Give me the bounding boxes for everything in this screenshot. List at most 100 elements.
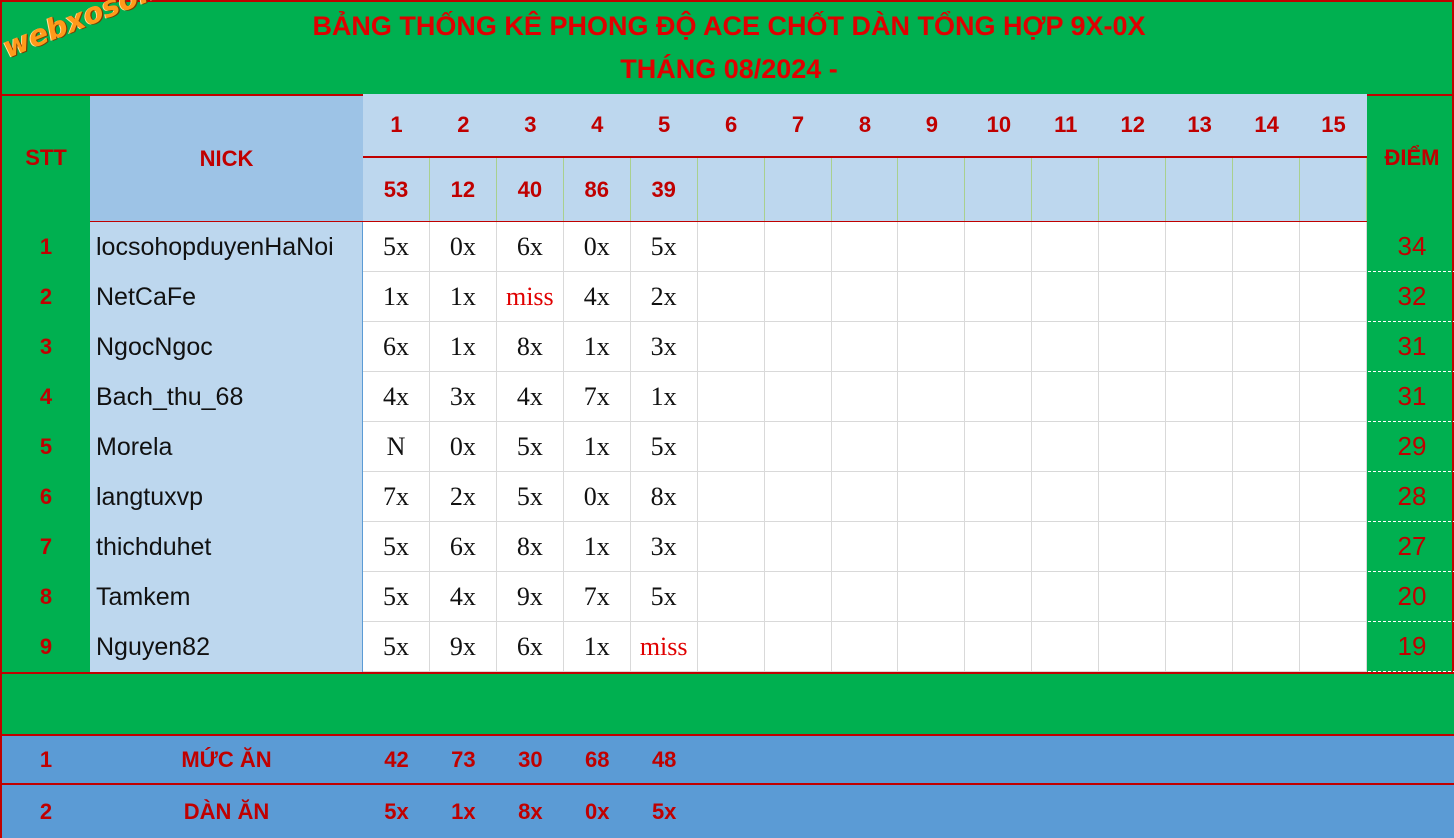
score-cell-empty xyxy=(764,272,832,322)
row-diem: 19 xyxy=(1368,622,1454,672)
score-cell-empty xyxy=(831,222,899,272)
score-cell: 1x xyxy=(429,322,497,372)
score-cell-empty xyxy=(1099,622,1167,672)
row-nick: Bach_thu_68 xyxy=(96,382,244,411)
score-cell-empty xyxy=(1300,372,1367,422)
score-cell-empty xyxy=(1032,222,1100,272)
score-cell-empty xyxy=(965,322,1033,372)
score-cell-empty xyxy=(764,522,832,572)
header-day-result xyxy=(965,158,1033,222)
score-cell: 4x xyxy=(496,372,564,422)
score-cell-empty xyxy=(831,422,899,472)
score-cell-empty xyxy=(831,372,899,422)
row-nick: thichduhet xyxy=(96,532,212,561)
row-nick: locsohopduyenHaNoi xyxy=(96,232,334,261)
score-cell-empty xyxy=(1166,322,1234,372)
score-cell: 1x xyxy=(630,372,698,422)
score-cell-empty xyxy=(1166,372,1234,422)
row-diem: 28 xyxy=(1368,472,1454,522)
row-nick: NgocNgoc xyxy=(96,332,213,361)
header-day-result: 53 xyxy=(363,158,430,222)
score-cell-empty xyxy=(965,372,1033,422)
score-cell-empty xyxy=(1300,522,1367,572)
score-cell: 7x xyxy=(563,372,631,422)
score-cell: 0x xyxy=(563,222,631,272)
score-cell-empty xyxy=(898,572,966,622)
header-day-result xyxy=(765,158,832,222)
header-day-result xyxy=(898,158,966,222)
score-cell: 7x xyxy=(363,472,430,522)
header-day-result xyxy=(1099,158,1167,222)
score-cell-empty xyxy=(1300,422,1367,472)
row-stt: 8 xyxy=(39,584,53,609)
header-day-result xyxy=(1300,158,1367,222)
row-nick: Tamkem xyxy=(96,582,191,611)
score-cell-empty xyxy=(697,422,765,472)
header-day-number: 1 xyxy=(390,112,403,137)
score-cell-empty xyxy=(1032,622,1100,672)
score-cell-empty xyxy=(831,522,899,572)
score-cell-empty xyxy=(831,572,899,622)
score-cell-empty xyxy=(898,622,966,672)
score-cell: 1x xyxy=(563,322,631,372)
score-cell-empty xyxy=(1300,222,1367,272)
header-day-number: 13 xyxy=(1187,112,1212,137)
score-cell-empty xyxy=(831,322,899,372)
score-cell: miss xyxy=(496,272,564,322)
header-day-number: 5 xyxy=(658,112,671,137)
score-cell: 5x xyxy=(363,622,430,672)
footer-stt: 1 xyxy=(39,746,53,772)
score-cell-empty xyxy=(1233,572,1301,622)
score-cell-empty xyxy=(831,472,899,522)
header-day-result xyxy=(1032,158,1100,222)
score-cell: 6x xyxy=(496,222,564,272)
footer-muc-an-value: 48 xyxy=(651,746,677,772)
score-cell: 3x xyxy=(429,372,497,422)
score-cell-empty xyxy=(1032,422,1100,472)
score-cell-empty xyxy=(1166,522,1234,572)
score-cell: 7x xyxy=(563,572,631,622)
header-day-number: 8 xyxy=(858,112,872,137)
row-nick: Nguyen82 xyxy=(96,632,210,661)
score-cell: 8x xyxy=(496,322,564,372)
score-cell: 5x xyxy=(630,572,698,622)
footer-dan-an-value: 8x xyxy=(518,798,543,824)
score-cell: 2x xyxy=(630,272,698,322)
score-cell: 5x xyxy=(363,222,430,272)
header-day-result xyxy=(1233,158,1301,222)
header-stt: STT xyxy=(25,145,67,170)
footer-muc-an-value: 42 xyxy=(384,746,409,772)
row-nick: Morela xyxy=(96,432,173,461)
score-cell: 3x xyxy=(630,522,698,572)
row-stt: 2 xyxy=(39,284,53,309)
footer-dan-an-value: 1x xyxy=(451,798,476,824)
score-cell-empty xyxy=(1032,522,1100,572)
header-day-number: 9 xyxy=(925,112,939,137)
score-cell-empty xyxy=(1233,222,1301,272)
score-cell: 4x xyxy=(429,572,497,622)
score-cell-empty xyxy=(965,622,1033,672)
header-mid-rule xyxy=(363,156,1367,158)
score-cell: 9x xyxy=(429,622,497,672)
score-cell: 1x xyxy=(563,422,631,472)
header-day-number: 7 xyxy=(791,112,805,137)
score-cell-empty xyxy=(764,222,832,272)
score-cell-empty xyxy=(1166,422,1234,472)
score-cell-empty xyxy=(1300,572,1367,622)
score-cell-empty xyxy=(697,272,765,322)
score-cell: 1x xyxy=(429,272,497,322)
score-cell-empty xyxy=(965,272,1033,322)
score-cell: 8x xyxy=(630,472,698,522)
score-cell-empty xyxy=(1099,472,1167,522)
score-cell: 4x xyxy=(563,272,631,322)
score-cell-empty xyxy=(697,472,765,522)
score-cell: 3x xyxy=(630,322,698,372)
score-cell: 5x xyxy=(363,522,430,572)
score-cell: 0x xyxy=(429,422,497,472)
score-cell-empty xyxy=(764,572,832,622)
score-cell-empty xyxy=(831,622,899,672)
row-diem: 29 xyxy=(1368,422,1454,472)
footer-row-dan-an: 2 DÀN ĂN 5x 1x 8x 0x 5x xyxy=(2,783,1454,838)
score-cell-empty xyxy=(1233,472,1301,522)
score-cell-empty xyxy=(1166,272,1234,322)
